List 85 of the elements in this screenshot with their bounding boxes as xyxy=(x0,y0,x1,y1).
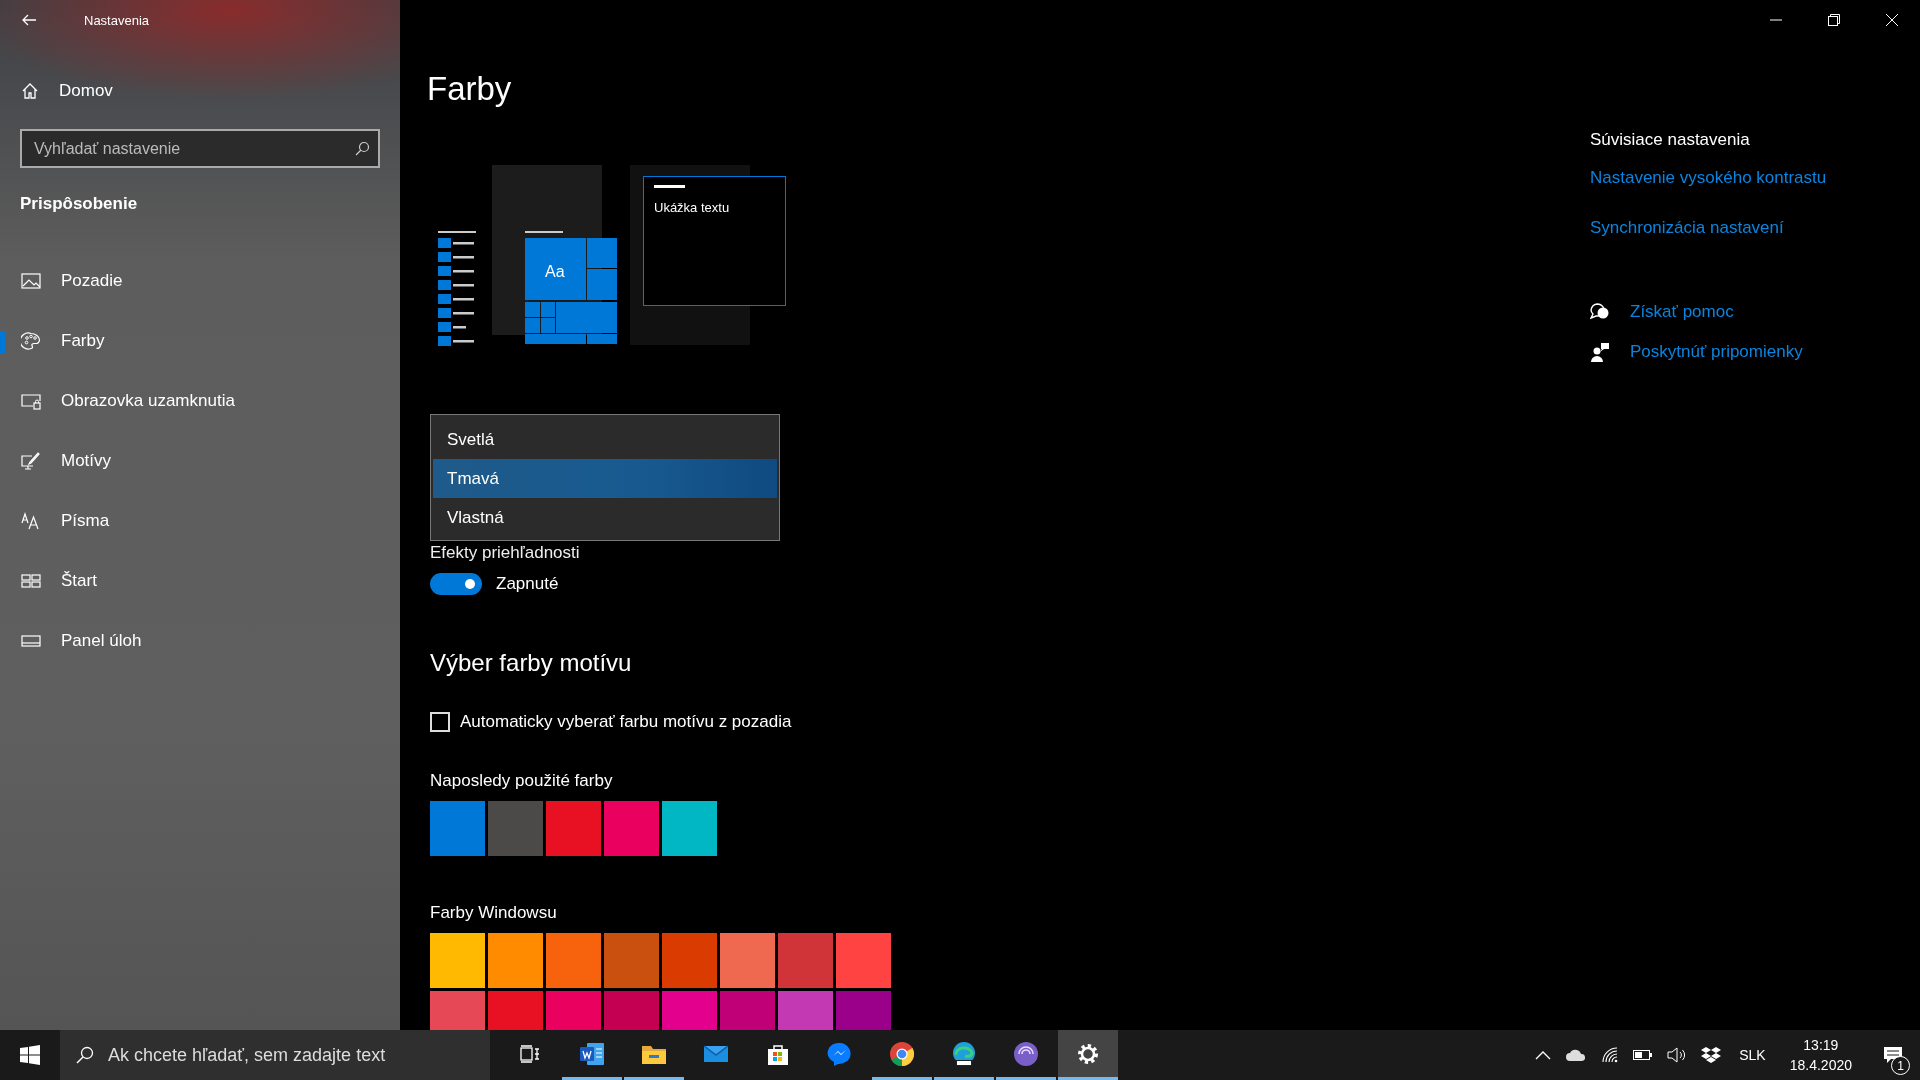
menu-option[interactable]: Svetlá xyxy=(433,420,777,459)
link[interactable]: Získať pomoc xyxy=(1630,302,1734,322)
time-text: 13:19 xyxy=(1803,1037,1839,1053)
color-swatch[interactable] xyxy=(546,801,601,856)
sidebar-item[interactable]: Obrazovka uzamknutia xyxy=(0,371,380,431)
search-icon xyxy=(354,141,370,157)
related-heading: Súvisiace nastavenia xyxy=(1590,130,1751,150)
tiles-icon xyxy=(21,572,41,590)
person-feedback-icon xyxy=(1590,342,1610,362)
menu-option[interactable]: Tmavá xyxy=(433,459,777,498)
lock-screen-icon xyxy=(21,392,41,410)
page-title: Farby xyxy=(427,70,513,108)
group-label: Naposledy použité farby xyxy=(430,771,614,791)
brush-monitor-icon xyxy=(21,452,41,470)
arc-circle-icon xyxy=(1013,1040,1039,1067)
clock[interactable]: 13:19 18.4.2020 xyxy=(1789,1037,1852,1073)
window-title: Nastavenia xyxy=(84,12,150,28)
chat-bubble-icon xyxy=(827,1040,853,1067)
dropbox-icon[interactable] xyxy=(1701,1046,1722,1064)
toggle-switch[interactable] xyxy=(430,573,482,595)
sidebar-item[interactable]: Farby xyxy=(0,311,380,371)
tile-label: Aa xyxy=(545,263,565,281)
chevron-up-icon[interactable] xyxy=(1535,1050,1552,1060)
checkbox-label: Automaticky vyberať farbu motívu z pozadia xyxy=(460,712,792,732)
speaker-icon[interactable] xyxy=(1667,1047,1688,1063)
sample-text: Ukážka textu xyxy=(654,200,731,215)
wave-browser-icon xyxy=(951,1040,977,1067)
menu-option[interactable]: Vlastná xyxy=(433,498,777,537)
taskbar-icon xyxy=(21,632,41,650)
language-indicator[interactable]: SLK xyxy=(1739,1047,1766,1063)
checkbox[interactable] xyxy=(430,712,450,732)
color-swatch[interactable] xyxy=(604,991,659,1030)
link[interactable]: Nastavenie vysokého kontrastu xyxy=(1590,168,1920,188)
home-icon xyxy=(21,82,39,100)
color-swatch[interactable] xyxy=(778,991,833,1030)
color-swatch[interactable] xyxy=(720,991,775,1030)
link[interactable]: Synchronizácia nastavení xyxy=(1590,218,1920,238)
section-heading: Prispôsobenie xyxy=(19,194,139,214)
battery-icon[interactable] xyxy=(1633,1049,1654,1061)
sidebar-item[interactable]: Štart xyxy=(0,551,380,611)
date-text: 18.4.2020 xyxy=(1789,1057,1852,1073)
color-swatch[interactable] xyxy=(430,991,485,1030)
color-swatch[interactable] xyxy=(836,991,891,1030)
close-icon[interactable] xyxy=(1886,14,1898,26)
help-chat-icon xyxy=(1590,303,1610,321)
group-label: Farby Windowsu xyxy=(430,903,558,923)
toggle-state: Zapnuté xyxy=(496,574,559,594)
picture-icon xyxy=(21,272,41,290)
link[interactable]: Poskytnúť pripomienky xyxy=(1630,342,1803,362)
color-swatch[interactable] xyxy=(604,801,659,856)
search-field[interactable]: Vyhľadať nastavenie xyxy=(20,129,380,168)
fonts-icon xyxy=(21,512,41,530)
color-swatch[interactable] xyxy=(546,933,601,988)
sidebar-item[interactable]: Panel úloh xyxy=(0,611,380,671)
color-swatch[interactable] xyxy=(836,933,891,988)
wifi-icon[interactable] xyxy=(1601,1046,1620,1064)
palette-icon xyxy=(21,332,41,350)
restore-icon[interactable] xyxy=(1828,14,1840,26)
notification-badge: 1 xyxy=(1891,1056,1910,1075)
taskbar-app-button[interactable] xyxy=(1058,1030,1118,1080)
color-swatch[interactable] xyxy=(430,933,485,988)
sidebar-item[interactable]: Pozadie xyxy=(0,251,380,311)
sidebar-item[interactable]: Písma xyxy=(0,491,380,551)
setting-label: Efekty priehľadnosti xyxy=(430,543,581,563)
home-link[interactable]: Domov xyxy=(0,71,380,111)
taskbar-search-field[interactable]: Ak chcete hľadať, sem zadajte text xyxy=(60,1030,490,1080)
color-swatch[interactable] xyxy=(778,933,833,988)
color-swatch[interactable] xyxy=(430,801,485,856)
section-heading: Výber farby motívu xyxy=(430,649,633,677)
cloud-icon[interactable] xyxy=(1565,1048,1588,1062)
color-swatch[interactable] xyxy=(488,801,543,856)
document-app-icon xyxy=(579,1040,605,1067)
color-swatch[interactable] xyxy=(604,933,659,988)
sidebar-item[interactable]: Motívy xyxy=(0,431,380,491)
color-swatch[interactable] xyxy=(662,991,717,1030)
color-swatch[interactable] xyxy=(662,801,717,856)
color-swatch[interactable] xyxy=(488,991,543,1030)
windows-logo-icon xyxy=(20,1045,40,1065)
task-view-icon xyxy=(520,1044,540,1063)
color-swatch[interactable] xyxy=(546,991,601,1030)
color-swatch[interactable] xyxy=(662,933,717,988)
color-swatch[interactable] xyxy=(488,933,543,988)
back-arrow-icon[interactable] xyxy=(21,12,37,28)
color-swatch[interactable] xyxy=(720,933,775,988)
browser-circle-icon xyxy=(889,1040,915,1067)
